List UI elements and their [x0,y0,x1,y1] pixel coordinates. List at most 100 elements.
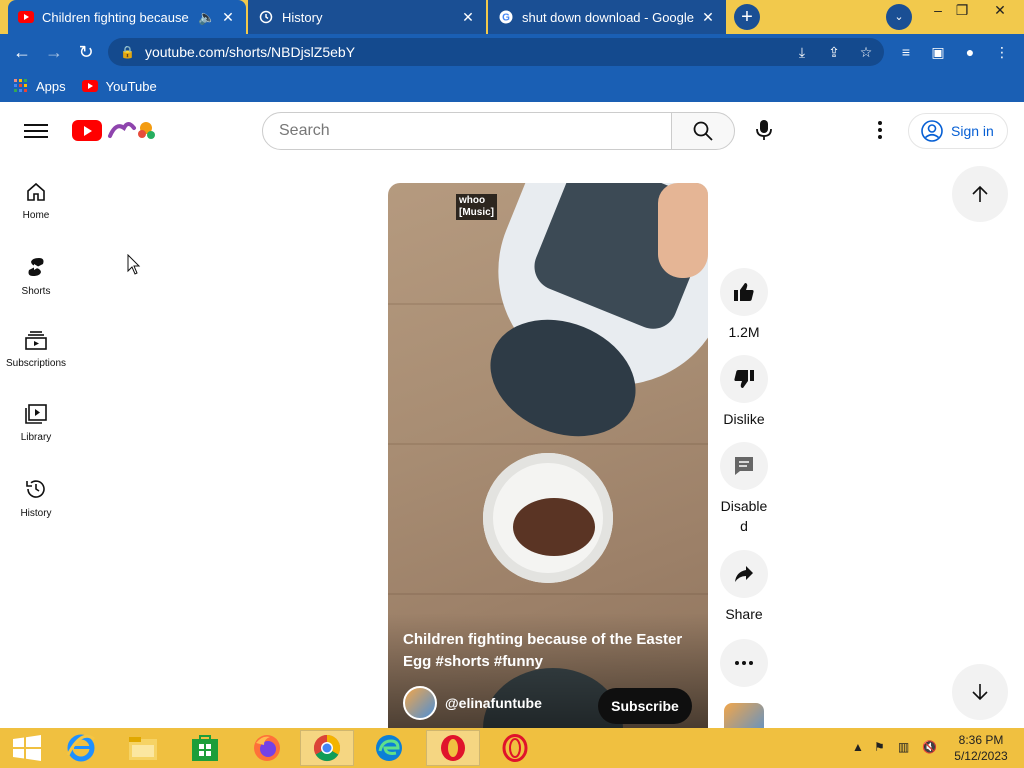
search-button[interactable] [671,112,735,150]
bookmark-youtube[interactable]: YouTube [81,79,157,94]
action-center-flag-icon[interactable]: ⚑ [874,740,885,754]
close-tab-icon[interactable]: ✕ [700,9,716,26]
doodle-flowers-icon [108,122,155,139]
subscribe-button[interactable]: Subscribe [598,688,692,724]
speaker-icon[interactable]: 🔈 [198,9,215,26]
share-arrow-icon [735,566,753,582]
bookmark-label: Apps [36,78,66,94]
sign-in-button[interactable]: Sign in [908,113,1008,149]
network-icon[interactable]: ▥ [898,740,909,754]
sidebar-item-history[interactable]: History [0,468,72,542]
share-page-icon[interactable]: ⇪ [824,42,844,62]
more-actions-button[interactable] [720,639,768,687]
tab-strip: Children fighting because of 🔈 ✕ History… [0,0,1024,34]
tab-youtube-short[interactable]: Children fighting because of 🔈 ✕ [8,0,246,34]
comments-label: Disable d [720,498,768,534]
close-tab-icon[interactable]: ✕ [460,9,476,26]
bookmark-apps[interactable]: Apps [14,79,66,94]
taskbar-file-explorer[interactable] [116,730,170,766]
more-horizontal-icon [735,661,753,665]
menu-icon[interactable] [24,120,48,140]
dislike-action[interactable]: Dislike [718,355,770,429]
internet-explorer-icon [66,734,95,762]
caption-overlay: whoo [Music] [456,194,497,220]
taskbar-chrome[interactable] [300,730,354,766]
share-button[interactable] [720,550,768,598]
mini-guide: Home Shorts Subscriptions Library Histor… [0,172,72,542]
history-favicon-icon [258,9,274,25]
youtube-page: Search Sign in Home Shorts Subscriptions [0,102,1024,728]
arrow-down-icon [972,684,988,701]
search-placeholder: Search [279,122,330,139]
store-icon [192,735,218,761]
video-frame-cup-contents [513,498,595,556]
video-frame-hand [658,183,708,278]
thumbs-down-icon [734,370,754,388]
start-button[interactable] [0,730,54,766]
restore-button[interactable]: ❐ [946,0,978,22]
youtube-logo[interactable] [72,118,158,142]
more-actions[interactable] [718,639,770,693]
apps-grid-icon [14,79,27,92]
taskbar-opera[interactable] [426,730,480,766]
google-favicon-icon: G [498,9,514,25]
comments-action[interactable]: Disable d [718,442,770,536]
bookmarks-bar: Apps YouTube [0,70,1024,102]
install-app-icon[interactable]: ⤓ [792,42,812,62]
next-short-button[interactable] [952,664,1008,720]
bookmark-star-icon[interactable]: ☆ [856,42,876,62]
previous-short-button[interactable] [952,166,1008,222]
tab-google-search[interactable]: G shut down download - Google Se ✕ [488,0,726,34]
sidebar-item-label: Library [20,432,52,443]
comments-button[interactable] [720,442,768,490]
opera-outline-icon [502,734,528,762]
taskbar-store[interactable] [178,730,232,766]
new-tab-button[interactable]: + [734,4,760,30]
channel-name[interactable]: @elinafuntube [445,695,542,711]
library-icon [25,404,47,424]
channel-avatar[interactable] [403,686,437,720]
profile-icon[interactable]: ● [960,42,980,62]
back-button[interactable]: ← [10,40,34,64]
sidebar-item-shorts[interactable]: Shorts [0,246,72,320]
taskbar-internet-explorer[interactable] [54,730,108,766]
chrome-menu-icon[interactable]: ⋮ [992,42,1012,62]
sound-thumbnail[interactable] [724,703,764,728]
close-tab-icon[interactable]: ✕ [220,9,236,26]
settings-more-icon[interactable] [870,116,890,144]
channel-link[interactable]: @elinafuntube [403,686,542,720]
lock-icon: 🔒 [120,45,135,59]
dislike-button[interactable] [720,355,768,403]
youtube-favicon-icon [18,9,34,25]
thumbs-up-icon [734,283,754,301]
tray-overflow-icon[interactable]: ▲ [852,740,864,754]
like-button[interactable] [720,268,768,316]
windows-taskbar: ▲ ⚑ ▥ 🔇 8:36 PM 5/12/2023 [0,728,1024,768]
sidebar-item-home[interactable]: Home [0,172,72,246]
search-input[interactable]: Search [262,112,672,150]
short-title[interactable]: Children fighting because of the Easter … [403,629,693,673]
subscriptions-icon [25,331,47,350]
sidebar-item-library[interactable]: Library [0,394,72,468]
side-panel-icon[interactable]: ▣ [928,42,948,62]
share-action[interactable]: Share [718,550,770,624]
voice-search-button[interactable] [750,116,778,144]
firefox-icon [254,735,280,761]
media-control-icon[interactable]: ≡ [896,42,916,62]
like-action[interactable]: 1.2M [718,268,770,342]
tab-history[interactable]: History ✕ [248,0,486,34]
sidebar-item-subscriptions[interactable]: Subscriptions [0,320,72,394]
taskbar-clock[interactable]: 8:36 PM 5/12/2023 [946,732,1016,764]
taskbar-opera-gx[interactable] [488,730,542,766]
forward-button[interactable]: → [42,40,66,64]
tab-search-button[interactable]: ⌄ [886,4,912,30]
close-window-button[interactable]: ✕ [982,0,1018,22]
short-video-player[interactable]: whoo [Music] Children fighting because o… [388,183,708,728]
address-bar[interactable]: 🔒 youtube.com/shorts/NBDjslZ5ebY [108,38,884,66]
caption-line: [Music] [459,207,494,218]
tab-title: History [282,9,323,25]
taskbar-edge[interactable] [362,730,416,766]
reload-button[interactable]: ↻ [74,40,98,64]
taskbar-firefox[interactable] [240,730,294,766]
volume-muted-icon[interactable]: 🔇 [922,740,937,754]
